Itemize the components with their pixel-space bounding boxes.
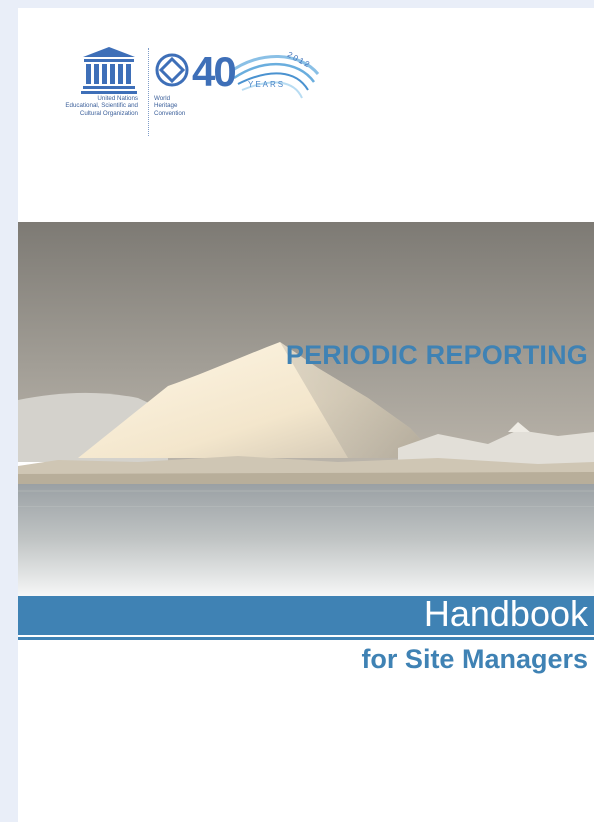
cover-page: United Nations Educational, Scientific a… [18, 8, 594, 822]
whc-caption-line: Convention [154, 109, 186, 117]
logo-divider [148, 48, 149, 136]
unesco-caption-line: Educational, Scientific and [65, 102, 138, 110]
cover-title-handbook: Handbook [423, 593, 588, 634]
cover-title-periodic-reporting: PERIODIC REPORTING [285, 340, 588, 370]
logo-block: United Nations Educational, Scientific a… [42, 46, 342, 146]
whc-caption-line: Heritage [154, 102, 178, 110]
cover-photo [18, 222, 594, 604]
iceberg-photo [18, 222, 594, 604]
unesco-caption-line: United Nations [97, 95, 138, 102]
unesco-caption: United Nations Educational, Scientific a… [42, 95, 138, 117]
anniversary-number: 40 [192, 48, 237, 95]
unesco-temple-icon [81, 47, 137, 94]
anniversary-years: YEARS [248, 80, 286, 89]
unesco-caption-line: Cultural Organization [79, 109, 138, 117]
world-heritage-emblem-icon [155, 53, 189, 87]
cover-subtitle: for Site Managers [361, 644, 588, 674]
